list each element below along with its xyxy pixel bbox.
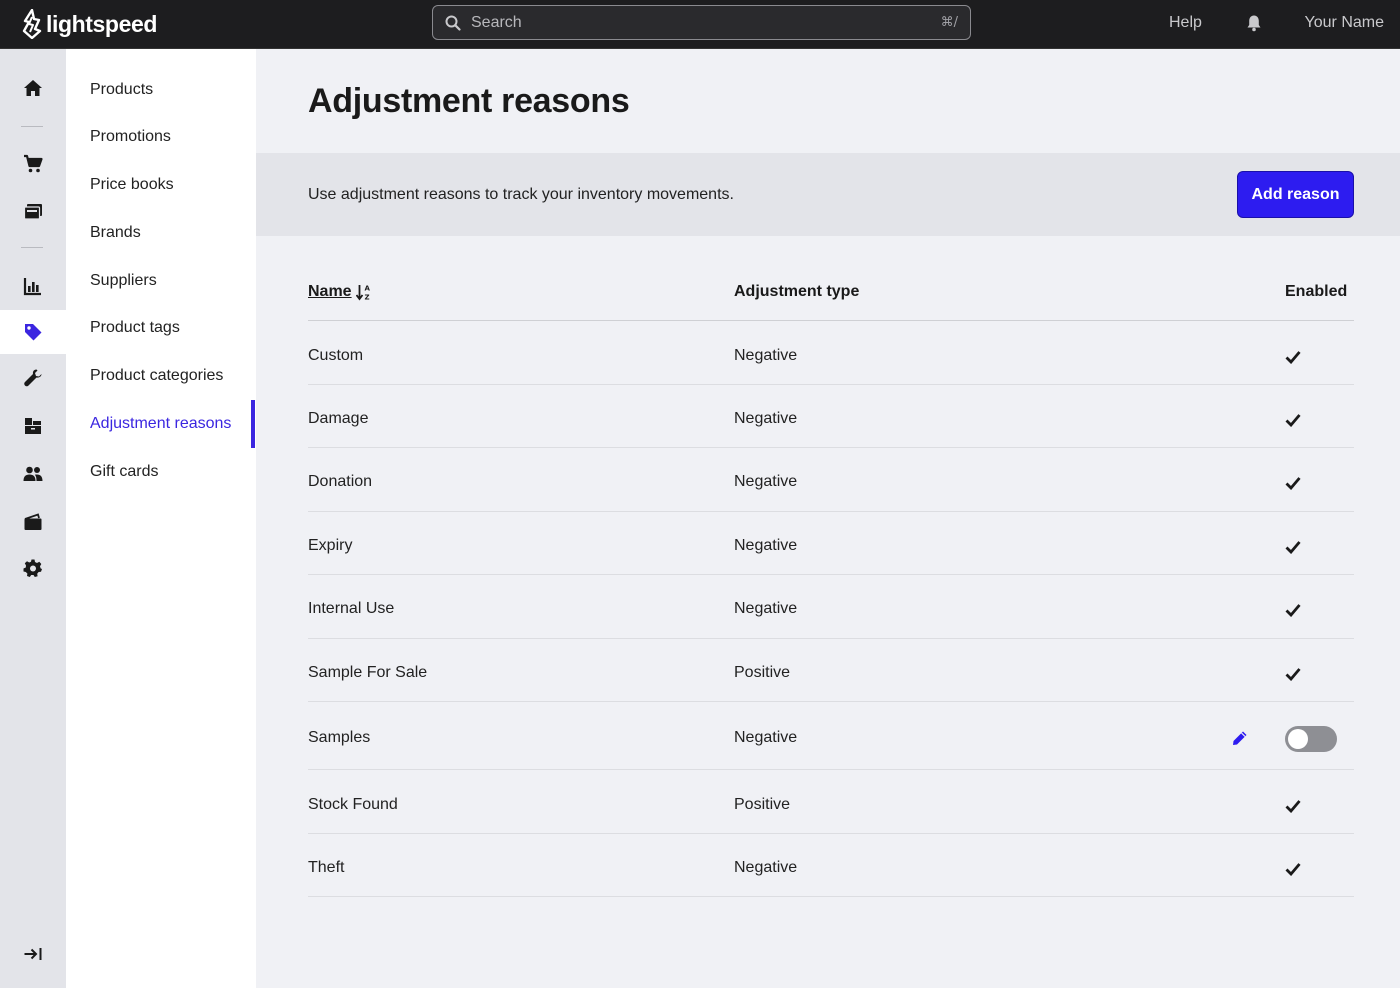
top-bar: lightspeed ⌘/ Help Your Name xyxy=(0,0,1400,49)
customers-icon xyxy=(23,466,43,481)
register-icon xyxy=(23,204,42,220)
rail-settings[interactable] xyxy=(0,546,66,590)
reason-name: Sample For Sale xyxy=(308,664,428,681)
search-box[interactable]: ⌘/ xyxy=(432,5,971,40)
table-row-hovered[interactable]: Samples Negative xyxy=(308,702,1354,770)
cart-icon xyxy=(24,154,43,173)
reason-type: Negative xyxy=(734,347,798,364)
subnav-item-products[interactable]: Products xyxy=(90,81,153,99)
reports-icon xyxy=(23,278,41,296)
add-reason-button[interactable]: Add reason xyxy=(1237,171,1354,218)
rail-divider xyxy=(21,247,43,248)
rail-inventory[interactable] xyxy=(0,404,66,448)
svg-text:A: A xyxy=(364,285,370,293)
home-icon xyxy=(24,80,42,96)
type-column-header: Adjustment type xyxy=(734,283,860,300)
table-row[interactable]: Damage Negative xyxy=(308,385,1354,448)
banner-text: Use adjustment reasons to track your inv… xyxy=(308,186,734,203)
checkmark-icon xyxy=(1285,477,1301,490)
active-nav-indicator xyxy=(251,400,255,448)
main-content: Adjustment reasons Use adjustment reason… xyxy=(256,49,1400,988)
settings-icon xyxy=(23,559,42,577)
catalog-subnav: Products Promotions Price books Brands S… xyxy=(66,49,256,988)
subnav-item-promotions[interactable]: Promotions xyxy=(90,128,171,146)
bell-icon[interactable] xyxy=(1245,14,1263,32)
table-row[interactable]: Custom Negative xyxy=(308,321,1354,385)
reason-type: Negative xyxy=(734,859,798,876)
reason-type: Positive xyxy=(734,664,791,681)
search-shortcut-hint: ⌘/ xyxy=(940,15,958,30)
rail-catalog[interactable] xyxy=(0,310,66,354)
flame-logo-icon xyxy=(22,9,42,39)
adjustment-reasons-table: Name A Z Adjustment type Enabled Custom … xyxy=(308,264,1354,897)
wallet-icon xyxy=(24,513,42,530)
reason-name: Samples xyxy=(308,729,371,746)
rail-expand[interactable] xyxy=(0,932,66,976)
rail-reports[interactable] xyxy=(0,264,66,308)
wrench-icon xyxy=(24,369,42,387)
reason-name: Internal Use xyxy=(308,600,395,617)
checkmark-icon xyxy=(1285,541,1301,554)
rail-register[interactable] xyxy=(0,189,66,233)
lightspeed-logo[interactable]: lightspeed xyxy=(22,8,157,40)
table-header: Name A Z Adjustment type Enabled xyxy=(308,264,1354,321)
subnav-item-price-books[interactable]: Price books xyxy=(90,176,174,194)
checkmark-icon xyxy=(1285,604,1301,617)
page-title: Adjustment reasons xyxy=(308,82,630,120)
user-menu[interactable]: Your Name xyxy=(1305,14,1384,32)
subnav-item-gift-cards[interactable]: Gift cards xyxy=(90,463,158,481)
reason-name: Expiry xyxy=(308,537,353,554)
reason-type: Negative xyxy=(734,729,798,746)
checkmark-icon xyxy=(1285,414,1301,427)
help-link[interactable]: Help xyxy=(1169,14,1202,32)
reason-type: Negative xyxy=(734,473,798,490)
name-column-header[interactable]: Name A Z xyxy=(308,283,372,301)
rail-divider xyxy=(21,126,43,127)
rail-setup-tools[interactable] xyxy=(0,356,66,400)
checkmark-icon xyxy=(1285,351,1301,364)
subnav-item-brands[interactable]: Brands xyxy=(90,224,141,242)
svg-text:Z: Z xyxy=(364,294,369,302)
expand-icon xyxy=(24,948,42,960)
reason-type: Positive xyxy=(734,796,791,813)
pencil-icon[interactable] xyxy=(1232,730,1248,746)
toggle-knob xyxy=(1288,729,1308,749)
table-row[interactable]: Theft Negative xyxy=(308,834,1354,897)
enabled-column-header: Enabled xyxy=(1285,283,1348,300)
subnav-item-adjustment-reasons[interactable]: Adjustment reasons xyxy=(90,415,231,433)
table-row[interactable]: Donation Negative xyxy=(308,448,1354,512)
reason-name: Custom xyxy=(308,347,364,364)
tag-icon xyxy=(25,324,42,341)
subnav-item-product-categories[interactable]: Product categories xyxy=(90,367,223,385)
info-banner: Use adjustment reasons to track your inv… xyxy=(256,153,1400,236)
reason-type: Negative xyxy=(734,537,798,554)
rail-payments[interactable] xyxy=(0,500,66,544)
reason-type: Negative xyxy=(734,410,798,427)
reason-name: Damage xyxy=(308,410,369,427)
rail-home[interactable] xyxy=(0,66,66,110)
table-row[interactable]: Sample For Sale Positive xyxy=(308,639,1354,702)
reason-type: Negative xyxy=(734,600,798,617)
sort-ascending-icon: A Z xyxy=(355,285,370,302)
table-row[interactable]: Stock Found Positive xyxy=(308,770,1354,834)
checkmark-icon xyxy=(1285,863,1301,876)
checkmark-icon xyxy=(1285,668,1301,681)
enabled-toggle[interactable] xyxy=(1285,726,1337,752)
inventory-icon xyxy=(25,418,41,434)
rail-customers[interactable] xyxy=(0,452,66,496)
reason-name: Stock Found xyxy=(308,796,398,813)
checkmark-icon xyxy=(1285,800,1301,813)
table-row[interactable]: Expiry Negative xyxy=(308,512,1354,575)
subnav-item-product-tags[interactable]: Product tags xyxy=(90,319,180,337)
search-icon xyxy=(445,15,461,31)
reason-name: Donation xyxy=(308,473,373,490)
brand-name: lightspeed xyxy=(46,10,158,37)
table-row[interactable]: Internal Use Negative xyxy=(308,575,1354,639)
name-header-label: Name xyxy=(308,283,352,300)
reason-name: Theft xyxy=(308,859,345,876)
search-input[interactable] xyxy=(471,13,941,32)
icon-rail xyxy=(0,49,66,988)
rail-sell[interactable] xyxy=(0,142,66,186)
subnav-item-suppliers[interactable]: Suppliers xyxy=(90,272,157,290)
